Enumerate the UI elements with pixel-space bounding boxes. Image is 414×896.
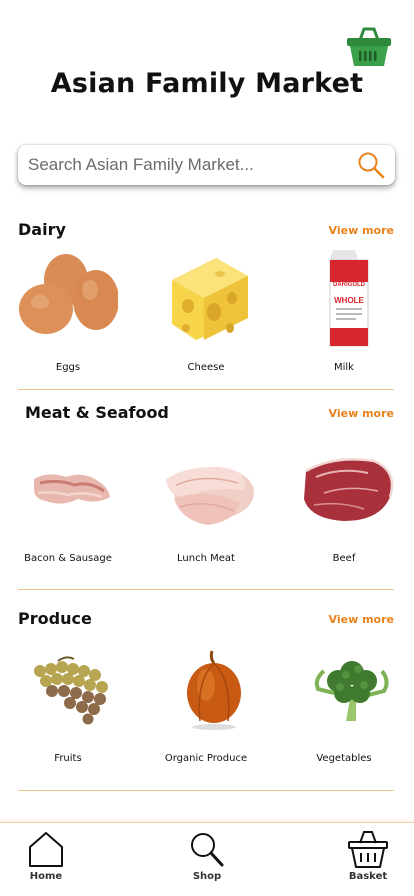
section-meat-seafood: Meat & Seafood View more Bacon & Sausage… [0,403,414,593]
svg-text:DARIGOLD: DARIGOLD [333,282,366,288]
nav-basket[interactable]: Basket [333,829,403,882]
section-title: Produce [18,609,92,628]
grapes-image [34,656,108,725]
search-icon[interactable] [357,151,385,179]
product-label: Beef [332,553,356,564]
cheese-image [172,258,248,340]
view-more-link[interactable]: View more [329,613,394,626]
product-label: Bacon & Sausage [24,553,112,564]
product-milk[interactable]: DARIGOLD WHOLE Milk [284,246,404,373]
product-beef[interactable]: Beef [284,441,404,564]
section-dairy: Dairy View more Eggs Cheese DARIGOLD WHO… [0,220,414,390]
product-label: Vegetables [316,753,372,764]
basket-icon[interactable] [346,26,392,68]
product-bacon-sausage[interactable]: Bacon & Sausage [8,441,128,564]
section-divider [18,389,394,390]
nav-label: Shop [192,871,222,882]
home-icon [29,832,63,867]
product-vegetables[interactable]: Vegetables [284,641,404,764]
nav-home[interactable]: Home [11,829,81,882]
view-more-link[interactable]: View more [329,407,394,420]
app-title: Asian Family Market [50,68,364,99]
product-lunch-meat[interactable]: Lunch Meat [146,441,266,564]
section-title: Meat & Seafood [25,403,169,422]
onion-image [187,650,241,730]
basket-icon [348,831,388,868]
broccoli-image [314,661,389,721]
product-organic-produce[interactable]: Organic Produce [146,641,266,764]
product-label: Eggs [55,362,81,373]
bacon-image [34,474,110,504]
nav-shop[interactable]: Shop [172,829,242,882]
product-fruits[interactable]: Fruits [8,641,128,764]
product-cheese[interactable]: Cheese [146,250,266,373]
search-bar[interactable] [18,145,395,185]
product-label: Cheese [187,362,225,373]
bottom-nav: Home Shop Basket [0,822,414,896]
section-divider [18,790,394,791]
product-label: Organic Produce [164,753,248,764]
svg-text:WHOLE: WHOLE [334,296,364,305]
nav-label: Home [29,871,63,882]
product-label: Lunch Meat [177,553,235,564]
eggs-image [19,254,119,334]
nav-label: Basket [348,871,388,882]
beef-image [304,458,394,521]
section-title: Dairy [18,220,66,239]
section-divider [18,589,394,590]
view-more-link[interactable]: View more [329,224,394,237]
search-icon [191,833,224,867]
product-label: Fruits [54,753,82,764]
section-produce: Produce View more Fruits Organic Produce… [0,609,414,794]
product-eggs[interactable]: Eggs [8,250,128,373]
milk-carton-image: DARIGOLD WHOLE [329,246,369,347]
search-input[interactable] [28,155,351,175]
product-label: Milk [334,362,354,373]
lunch-meat-image [166,467,254,525]
